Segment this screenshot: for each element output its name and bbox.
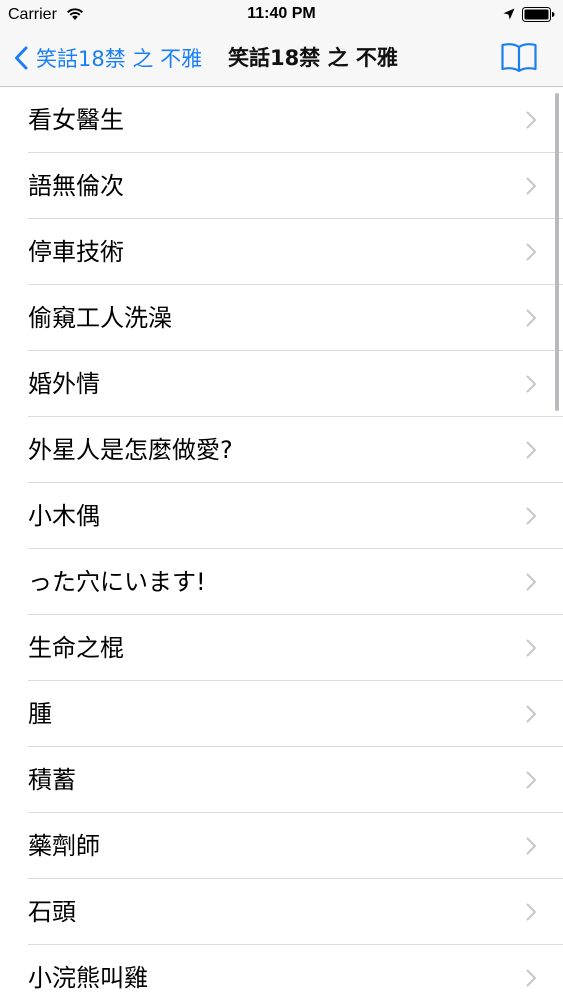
navigation-bar: 笑話18禁 之 不雅 笑話18禁 之 不雅 bbox=[0, 30, 563, 87]
list-item[interactable]: 小浣熊叫雞 bbox=[28, 945, 563, 1000]
list-item-label: 偷窺工人洗澡 bbox=[28, 304, 172, 332]
chevron-right-icon bbox=[526, 969, 536, 987]
location-arrow-icon bbox=[503, 8, 515, 20]
list-item-label: 積蓄 bbox=[28, 766, 76, 794]
back-button-label: 笑話18禁 之 不雅 bbox=[36, 47, 203, 71]
list-item-label: 小木偶 bbox=[28, 502, 100, 530]
chevron-right-icon bbox=[526, 903, 536, 921]
chevron-right-icon bbox=[526, 243, 536, 261]
list-item-label: 停車技術 bbox=[28, 238, 124, 266]
chevron-right-icon bbox=[526, 375, 536, 393]
list-item-label: 外星人是怎麼做愛? bbox=[28, 436, 233, 464]
list-item[interactable]: 石頭 bbox=[28, 879, 563, 945]
list-item-label: 石頭 bbox=[28, 898, 76, 926]
list-item[interactable]: 積蓄 bbox=[28, 747, 563, 813]
list-item-label: 生命之棍 bbox=[28, 634, 124, 662]
list-item[interactable]: 藥劑師 bbox=[28, 813, 563, 879]
list-item[interactable]: 看女醫生 bbox=[28, 87, 563, 153]
chevron-right-icon bbox=[526, 705, 536, 723]
chevron-left-icon bbox=[15, 46, 28, 70]
list-item[interactable]: 腫 bbox=[28, 681, 563, 747]
list-item[interactable]: 小木偶 bbox=[28, 483, 563, 549]
chevron-right-icon bbox=[526, 111, 536, 129]
list-item-label: 看女醫生 bbox=[28, 106, 124, 134]
chevron-right-icon bbox=[526, 771, 536, 789]
list-item-label: 語無倫次 bbox=[28, 172, 124, 200]
list-item-label: 腫 bbox=[28, 700, 52, 728]
list-item-label: 婚外情 bbox=[28, 370, 100, 398]
chevron-right-icon bbox=[526, 837, 536, 855]
list-item[interactable]: 停車技術 bbox=[28, 219, 563, 285]
book-icon[interactable] bbox=[500, 41, 538, 73]
list-item[interactable]: 外星人是怎麼做愛? bbox=[28, 417, 563, 483]
joke-list: 看女醫生 語無倫次 停車技術 偷窺工人洗澡 婚外情 外星人是怎麼做愛? 小木偶 bbox=[0, 87, 563, 1000]
page-title: 笑話18禁 之 不雅 bbox=[228, 46, 398, 70]
chevron-right-icon bbox=[526, 309, 536, 327]
status-bar: Carrier 11:40 PM bbox=[0, 0, 563, 30]
chevron-right-icon bbox=[526, 507, 536, 525]
list-item[interactable]: 生命之棍 bbox=[28, 615, 563, 681]
chevron-right-icon bbox=[526, 639, 536, 657]
list-item[interactable]: 婚外情 bbox=[28, 351, 563, 417]
clock: 11:40 PM bbox=[247, 5, 316, 22]
chevron-right-icon bbox=[526, 441, 536, 459]
chevron-right-icon bbox=[526, 177, 536, 195]
back-button[interactable]: 笑話18禁 之 不雅 bbox=[14, 42, 202, 74]
list-item[interactable]: った穴にいます! bbox=[28, 549, 563, 615]
list-item[interactable]: 偷窺工人洗澡 bbox=[28, 285, 563, 351]
chevron-right-icon bbox=[526, 573, 536, 591]
list-item-label: 小浣熊叫雞 bbox=[28, 964, 148, 992]
scroll-indicator[interactable] bbox=[555, 93, 559, 411]
battery-icon bbox=[522, 7, 555, 22]
list-item[interactable]: 語無倫次 bbox=[28, 153, 563, 219]
list-item-label: った穴にいます! bbox=[28, 568, 206, 596]
screen: Carrier 11:40 PM 笑話18禁 之 不雅 笑話18禁 之 不雅 看… bbox=[0, 0, 563, 1000]
list-item-label: 藥劑師 bbox=[28, 832, 100, 860]
